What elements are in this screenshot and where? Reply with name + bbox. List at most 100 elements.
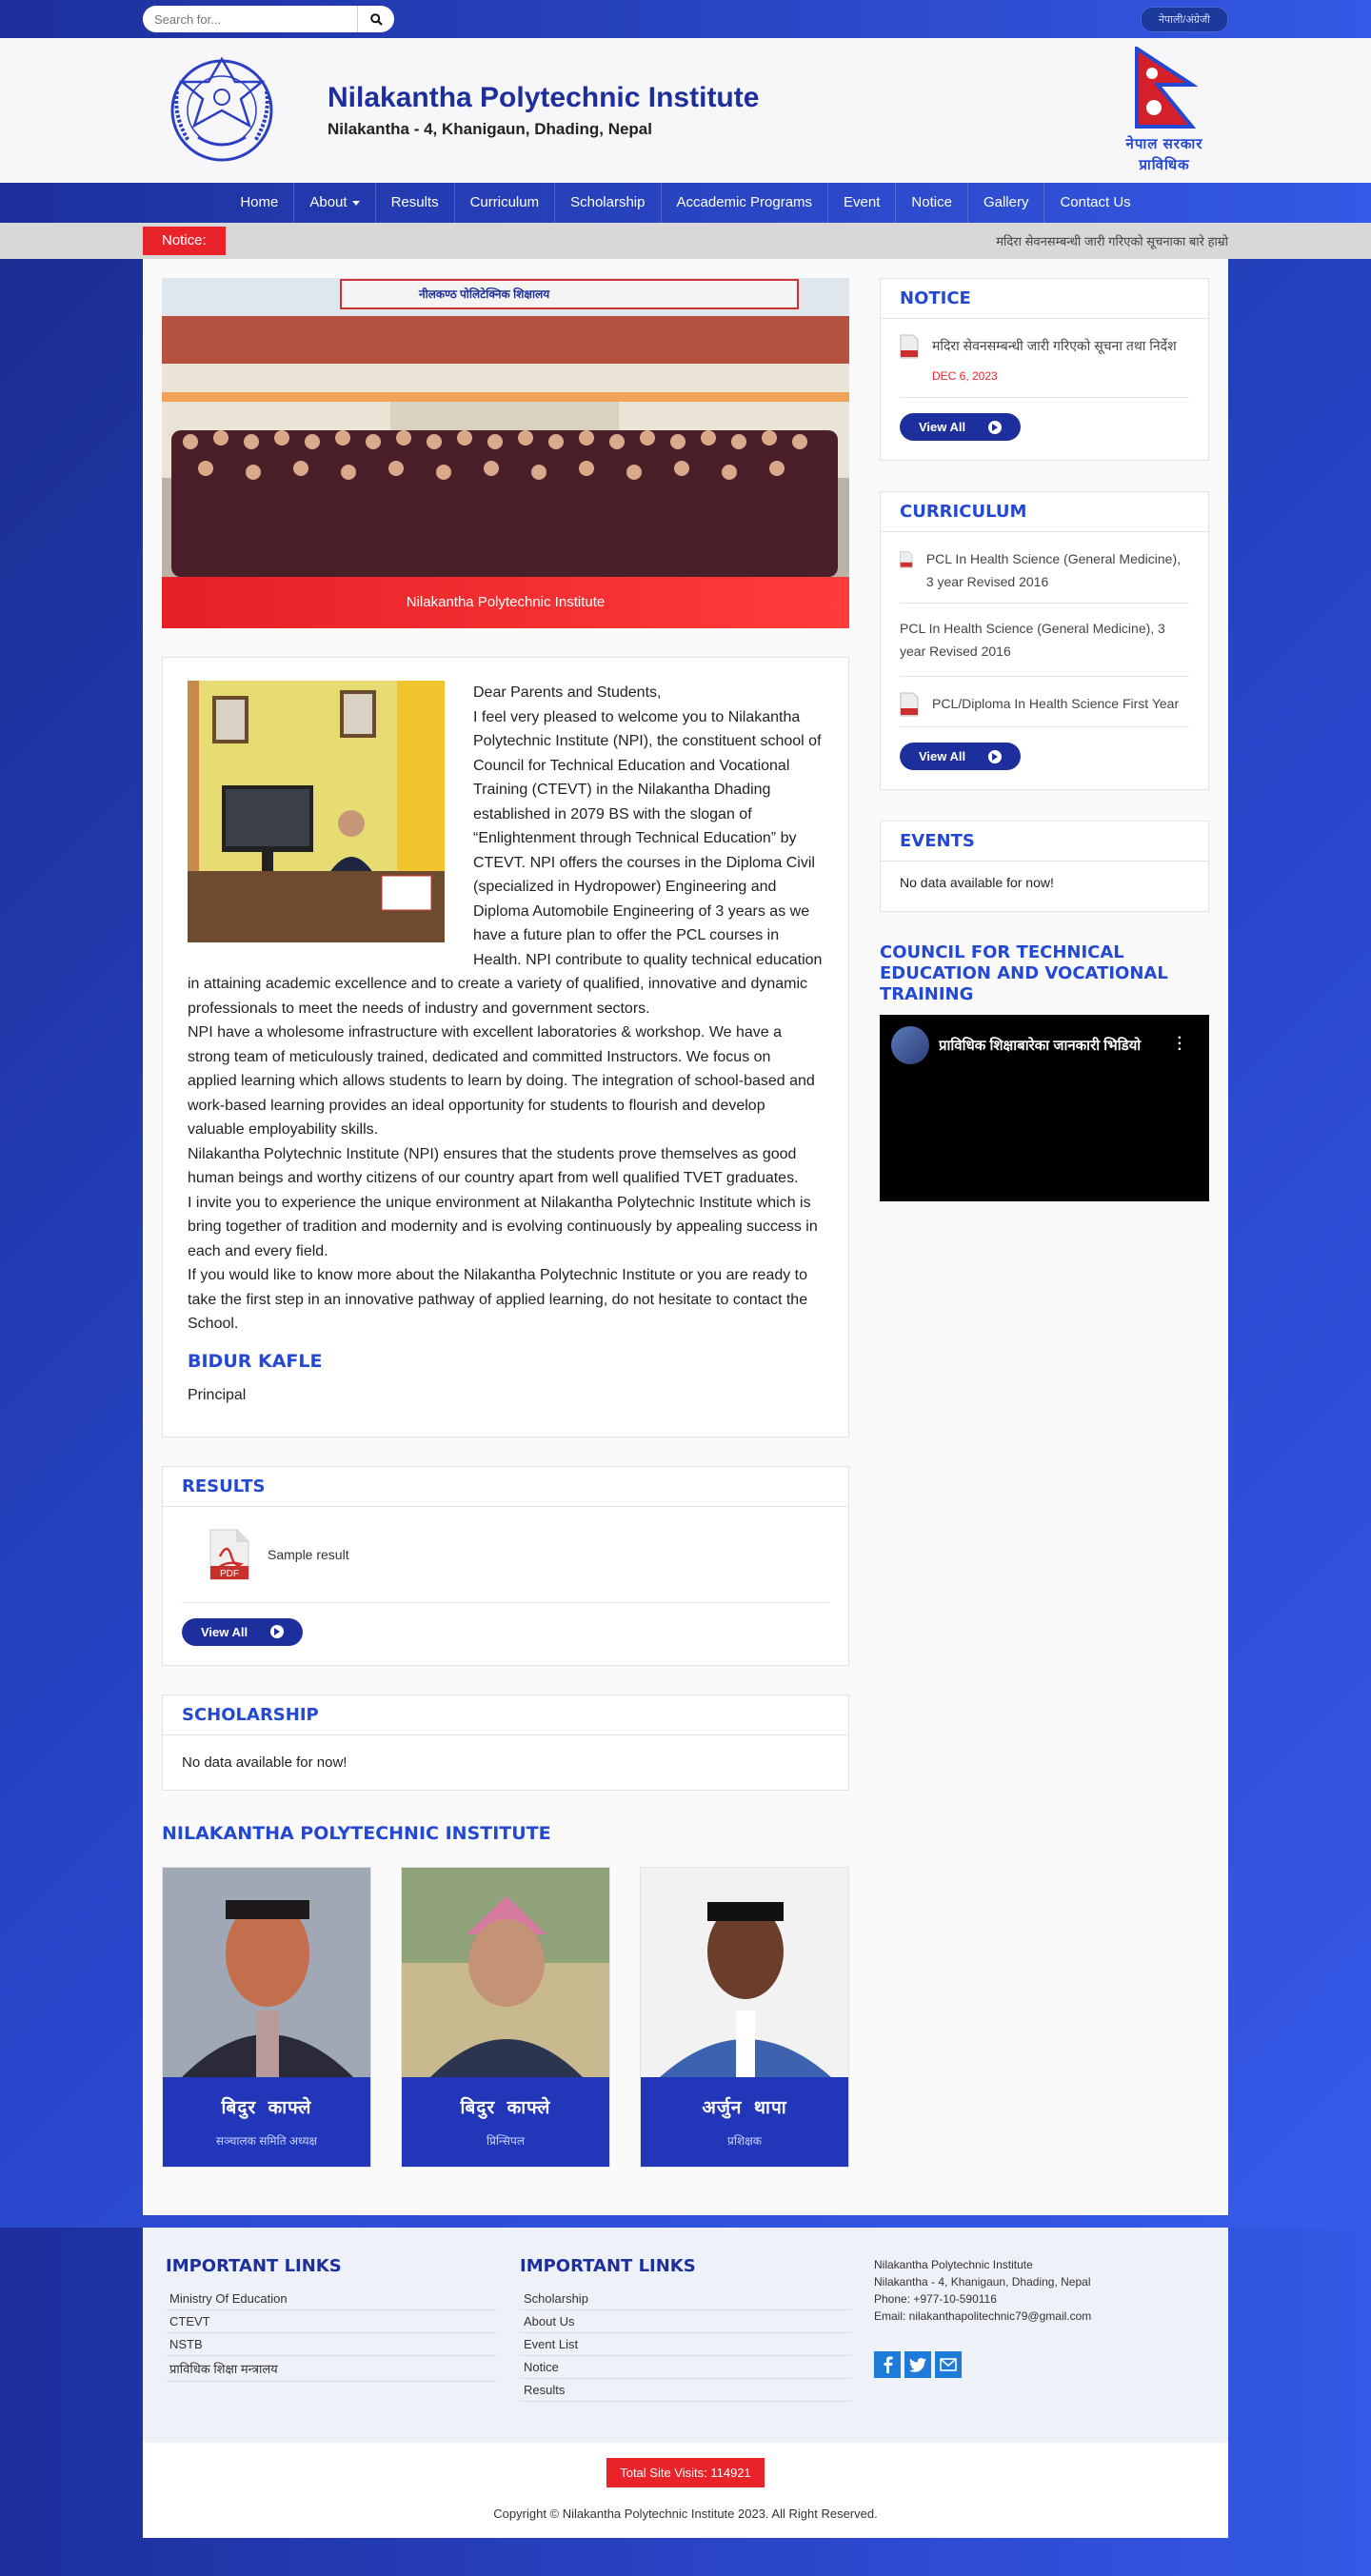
curriculum-view-all-button[interactable]: View All <box>900 743 1022 770</box>
footer-email: Email: nilakanthapolitechnic79@gmail.com <box>874 2309 1092 2323</box>
hero-image: नीलकण्ठ पोलिटेक्निक शिक्षालय <box>162 278 849 577</box>
team-member-role: प्रशिक्षक <box>727 2133 762 2148</box>
ticker-text[interactable]: मदिरा सेवनसम्बन्धी जारी गरिएको सूचनाका ब… <box>996 232 1228 249</box>
twitter-icon[interactable] <box>904 2351 931 2378</box>
hero-caption: Nilakantha Polytechnic Institute <box>162 577 849 628</box>
channel-avatar <box>891 1026 929 1064</box>
events-empty: No data available for now! <box>900 875 1054 890</box>
institute-logo <box>160 53 284 168</box>
nepal-flag-block: नेपाल सरकार प्राविधिक <box>1112 45 1217 174</box>
caret-down-icon <box>351 200 360 206</box>
more-vertical-icon[interactable]: · · · <box>1178 1031 1182 1058</box>
footer-heading-1: IMPORTANT LINKS <box>166 2256 342 2276</box>
arrow-circle-right-icon <box>988 420 1003 434</box>
facebook-icon[interactable] <box>874 2351 901 2378</box>
search-input[interactable] <box>143 6 358 32</box>
main-content: नीलकण्ठ पोलिटेक्निक शिक्षालय Nilakantha … <box>143 259 1228 2215</box>
footer-links-column-1: IMPORTANT LINKS Ministry Of Education CT… <box>166 2256 497 2443</box>
team-member-card[interactable]: बिदुर काफ्ले प्रिन्सिपल <box>401 1866 610 2168</box>
footer-link[interactable]: Notice <box>520 2356 851 2379</box>
principal-name: BIDUR KAFLE <box>188 1350 323 1372</box>
footer-link[interactable]: About Us <box>520 2310 851 2333</box>
curriculum-item[interactable]: PCL In Health Science (General Medicine)… <box>900 532 1189 604</box>
results-panel: RESULTS PDF Sample result View All <box>162 1465 849 1666</box>
curriculum-heading: CURRICULUM <box>881 502 1208 532</box>
nav-about-label: About <box>309 194 348 210</box>
nav-scholarship[interactable]: Scholarship <box>555 183 662 223</box>
curriculum-item[interactable]: PCL/Diploma In Health Science First Year <box>900 677 1189 727</box>
notice-box: NOTICE मदिरा सेवनसम्बन्धी जारी गरिएको सू… <box>880 278 1209 461</box>
youtube-video-embed[interactable]: प्राविधिक शिक्षाबारेका जानकारी भिडियो · ·… <box>880 1015 1209 1201</box>
top-bar: नेपाली/अंग्रेजी <box>0 0 1371 38</box>
events-box: EVENTS No data available for now! <box>880 821 1209 912</box>
footer-contact-column: Nilakantha Polytechnic Institute Nilakan… <box>874 2256 1205 2443</box>
hero-slider[interactable]: नीलकण्ठ पोलिटेक्निक शिक्षालय Nilakantha … <box>162 278 849 628</box>
team-member-card[interactable]: बिदुर काफ्ले सञ्चालक समिति अध्यक्ष <box>162 1866 371 2168</box>
nav-contact-us[interactable]: Contact Us <box>1044 183 1145 223</box>
footer-link[interactable]: CTEVT <box>166 2310 497 2333</box>
curriculum-item-label: PCL/Diploma In Health Science First Year <box>932 696 1180 711</box>
welcome-paragraph-3: Nilakantha Polytechnic Institute (NPI) e… <box>188 1145 799 1187</box>
footer-link[interactable]: Results <box>520 2379 851 2402</box>
team-member-photo <box>641 1867 848 2077</box>
site-header: Nilakantha Polytechnic Institute Nilakan… <box>0 38 1371 183</box>
team-heading: NILAKANTHA POLYTECHNIC INSTITUTE <box>162 1822 551 1844</box>
ticker-label: Notice: <box>143 227 226 255</box>
notice-view-all-label: View All <box>919 420 966 434</box>
search-button[interactable] <box>358 6 394 32</box>
footer-link[interactable]: NSTB <box>166 2333 497 2356</box>
scholarship-heading: SCHOLARSHIP <box>163 1695 848 1735</box>
search-icon <box>369 12 383 26</box>
footer-address: Nilakantha - 4, Khanigaun, Dhading, Nepa… <box>874 2275 1091 2289</box>
team-member-card[interactable]: अर्जुन थापा प्रशिक्षक <box>640 1866 849 2168</box>
footer-link[interactable]: प्राविधिक शिक्षा मन्त्रालय <box>166 2356 497 2382</box>
social-links <box>874 2351 1205 2378</box>
notice-item[interactable]: मदिरा सेवनसम्बन्धी जारी गरिएको सूचना तथा… <box>900 319 1189 398</box>
nav-notice[interactable]: Notice <box>896 183 968 223</box>
curriculum-box: CURRICULUM PCL In Health Science (Genera… <box>880 491 1209 790</box>
footer-link[interactable]: Event List <box>520 2333 851 2356</box>
ctevt-heading: COUNCIL FOR TECHNICAL EDUCATION AND VOCA… <box>880 942 1168 1004</box>
curriculum-item-plain[interactable]: PCL In Health Science (General Medicine)… <box>900 604 1189 677</box>
language-toggle[interactable]: नेपाली/अंग्रेजी <box>1140 6 1228 32</box>
principal-message: Dear Parents and Students, I feel very p… <box>162 657 849 1437</box>
team-member-name: अर्जुन थापा <box>702 2096 787 2118</box>
nav-curriculum[interactable]: Curriculum <box>455 183 556 223</box>
nav-about[interactable]: About <box>294 183 376 223</box>
left-column: नीलकण्ठ पोलिटेक्निक शिक्षालय Nilakantha … <box>162 278 849 2168</box>
nav-academic-programs[interactable]: Accademic Programs <box>662 183 829 223</box>
results-heading: RESULTS <box>163 1467 848 1507</box>
footer-link[interactable]: Scholarship <box>520 2288 851 2310</box>
footer-org-name: Nilakantha Polytechnic Institute <box>874 2258 1033 2271</box>
events-heading: EVENTS <box>881 831 1208 862</box>
nav-gallery[interactable]: Gallery <box>968 183 1045 223</box>
pdf-icon <box>900 334 919 359</box>
footer-link[interactable]: Ministry Of Education <box>166 2288 497 2310</box>
curriculum-view-all-label: View All <box>919 749 966 763</box>
notice-ticker: Notice: मदिरा सेवनसम्बन्धी जारी गरिएको स… <box>0 223 1371 259</box>
footer-bottom: Total Site Visits: 114921 Copyright © Ni… <box>143 2443 1228 2538</box>
footer-phone: Phone: +977-10-590116 <box>874 2292 997 2306</box>
site-address: Nilakantha - 4, Khanigaun, Dhading, Nepa… <box>328 120 652 138</box>
team-member-name: बिदुर काफ्ले <box>221 2096 312 2118</box>
scholarship-panel: SCHOLARSHIP No data available for now! <box>162 1694 849 1791</box>
site-title: Nilakantha Polytechnic Institute <box>328 82 760 113</box>
results-view-all-label: View All <box>201 1624 248 1639</box>
nav-results[interactable]: Results <box>376 183 455 223</box>
team-member-photo <box>163 1867 370 2077</box>
welcome-paragraph-4: I invite you to experience the unique en… <box>188 1194 818 1259</box>
curriculum-item-label: PCL In Health Science (General Medicine)… <box>925 551 1181 589</box>
flag-caption-line1: नेपाल सरकार <box>1125 136 1203 152</box>
result-item[interactable]: PDF Sample result <box>182 1507 829 1603</box>
results-view-all-button[interactable]: View All <box>182 1617 304 1646</box>
notice-view-all-button[interactable]: View All <box>900 413 1022 441</box>
nav-event[interactable]: Event <box>828 183 897 223</box>
email-icon[interactable] <box>935 2351 962 2378</box>
team-member-role: सञ्चालक समिति अध्यक्ष <box>215 2133 318 2148</box>
result-item-label: Sample result <box>268 1546 349 1562</box>
footer-heading-2: IMPORTANT LINKS <box>520 2256 696 2276</box>
search-box <box>143 6 394 32</box>
right-sidebar: NOTICE मदिरा सेवनसम्बन्धी जारी गरिएको सू… <box>880 278 1209 2168</box>
principal-photo <box>188 681 445 942</box>
nav-home[interactable]: Home <box>225 183 295 223</box>
